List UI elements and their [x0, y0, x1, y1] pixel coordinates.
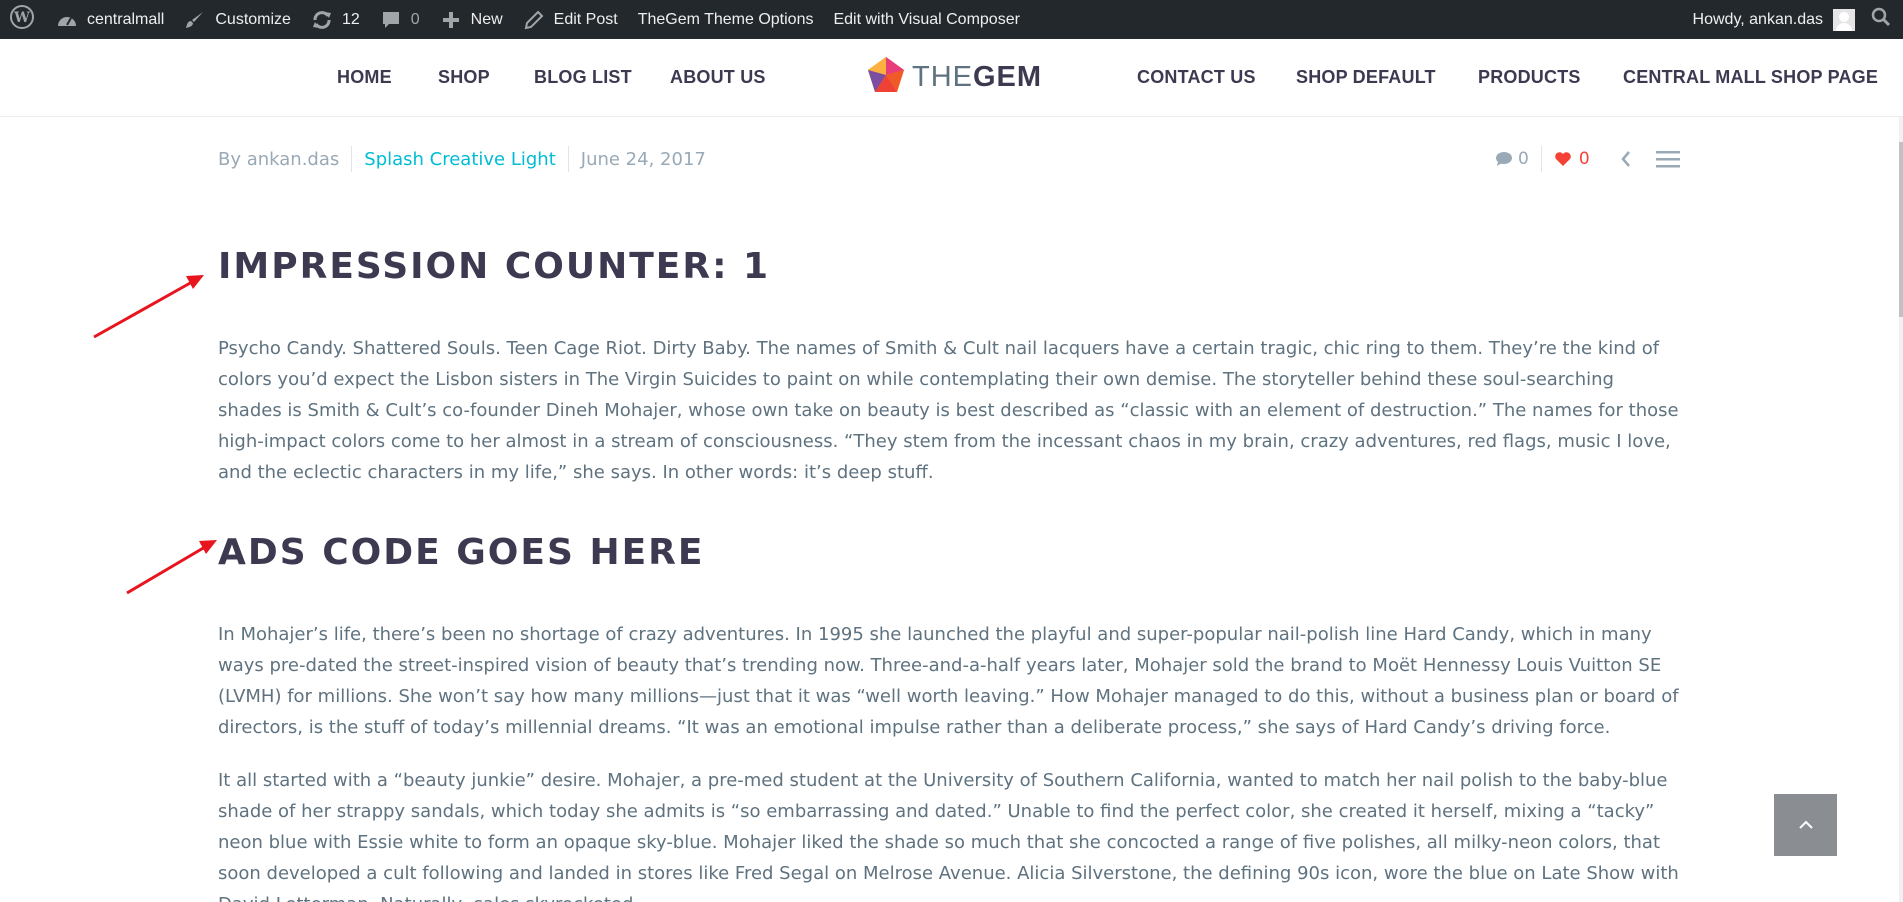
visual-composer-label: Edit with Visual Composer	[833, 10, 1020, 28]
nav-home[interactable]: HOME	[337, 67, 392, 88]
post-date: June 24, 2017	[580, 148, 706, 170]
customize-link[interactable]: Customize	[174, 0, 301, 39]
nav-shop-default[interactable]: SHOP DEFAULT	[1296, 67, 1436, 88]
comments-count-value: 0	[1518, 149, 1529, 169]
plus-icon	[440, 9, 462, 31]
comments-counter[interactable]: 0	[1495, 149, 1529, 169]
meta-divider	[567, 146, 569, 172]
pencil-icon	[523, 9, 545, 31]
comment-bubble-icon	[380, 9, 402, 31]
new-content-menu[interactable]: New	[430, 0, 513, 39]
site-name-label: centralmall	[87, 10, 165, 28]
comments-count: 0	[410, 10, 420, 28]
site-header: HOME SHOP BLOG LIST ABOUT US THEGEM CONT…	[0, 39, 1903, 117]
nav-central-mall-shop-page[interactable]: CENTRAL MALL SHOP PAGE	[1623, 67, 1878, 88]
wordpress-icon: W	[10, 5, 34, 34]
dashboard-icon	[56, 9, 78, 31]
previous-post-button[interactable]	[1620, 150, 1632, 168]
hamburger-icon	[1655, 151, 1680, 168]
heart-icon	[1554, 151, 1572, 167]
post-menu-button[interactable]	[1655, 150, 1680, 168]
likes-count-value: 0	[1578, 149, 1590, 169]
comments-link[interactable]: 0	[370, 0, 430, 39]
site-logo[interactable]: THEGEM	[866, 55, 1042, 100]
nav-about-us[interactable]: ABOUT US	[670, 67, 766, 88]
paintbrush-icon	[184, 9, 206, 31]
post-category[interactable]: Splash Creative Light	[364, 149, 556, 170]
edit-post-link[interactable]: Edit Post	[513, 0, 628, 39]
scrollbar-thumb[interactable]	[1899, 142, 1903, 317]
logo-text: THEGEM	[912, 61, 1042, 94]
article-paragraph: It all started with a “beauty junkie” de…	[218, 770, 1679, 902]
article-paragraph: Psycho Candy. Shattered Souls. Teen Cage…	[218, 338, 1679, 483]
annotation-arrow	[93, 275, 204, 339]
post-actions: 0 0	[1495, 146, 1680, 172]
nav-shop[interactable]: SHOP	[438, 67, 490, 88]
logo-text-bold: GEM	[973, 61, 1043, 93]
chevron-left-icon	[1621, 151, 1630, 167]
chevron-up-icon	[1798, 820, 1813, 829]
howdy-label: Howdy, ankan.das	[1692, 10, 1823, 28]
impression-counter-heading: IMPRESSION COUNTER: 1	[218, 246, 771, 287]
theme-options-label: TheGem Theme Options	[637, 10, 814, 28]
nav-blog-list[interactable]: BLOG LIST	[534, 67, 632, 88]
meta-divider	[351, 146, 353, 172]
page-scrollbar[interactable]	[1899, 117, 1903, 902]
post-meta: By ankan.das Splash Creative Light June …	[218, 146, 706, 172]
updates-link[interactable]: 12	[301, 0, 370, 39]
update-icon	[311, 9, 333, 31]
search-icon	[1871, 7, 1891, 32]
edit-post-label: Edit Post	[553, 10, 618, 28]
avatar	[1833, 8, 1855, 31]
new-label: New	[470, 10, 503, 28]
article-paragraph: In Mohajer’s life, there’s been no short…	[218, 624, 1679, 738]
nav-products[interactable]: PRODUCTS	[1478, 67, 1581, 88]
wordpress-logo-menu[interactable]: W	[0, 0, 46, 39]
comment-icon	[1495, 151, 1513, 167]
site-name-menu[interactable]: centralmall	[46, 0, 174, 39]
back-to-top-button[interactable]	[1774, 794, 1837, 856]
annotation-arrow	[126, 540, 217, 595]
customize-label: Customize	[215, 10, 291, 28]
meta-divider	[1540, 146, 1542, 172]
admin-search-button[interactable]	[1865, 0, 1903, 39]
logo-text-light: THE	[912, 61, 973, 93]
svg-text:W: W	[13, 10, 30, 26]
updates-count: 12	[341, 10, 360, 28]
nav-contact-us[interactable]: CONTACT US	[1137, 67, 1256, 88]
theme-options-link[interactable]: TheGem Theme Options	[628, 0, 824, 39]
account-menu[interactable]: Howdy, ankan.das	[1683, 0, 1865, 39]
admin-bar: W centralmall Customize 12 0 New Edit Po…	[0, 0, 1903, 39]
visual-composer-link[interactable]: Edit with Visual Composer	[823, 0, 1029, 39]
likes-counter[interactable]: 0	[1554, 149, 1590, 169]
post-author[interactable]: By ankan.das	[218, 149, 339, 170]
gem-logo-icon	[866, 55, 906, 100]
ads-code-heading: ADS CODE GOES HERE	[218, 532, 705, 573]
